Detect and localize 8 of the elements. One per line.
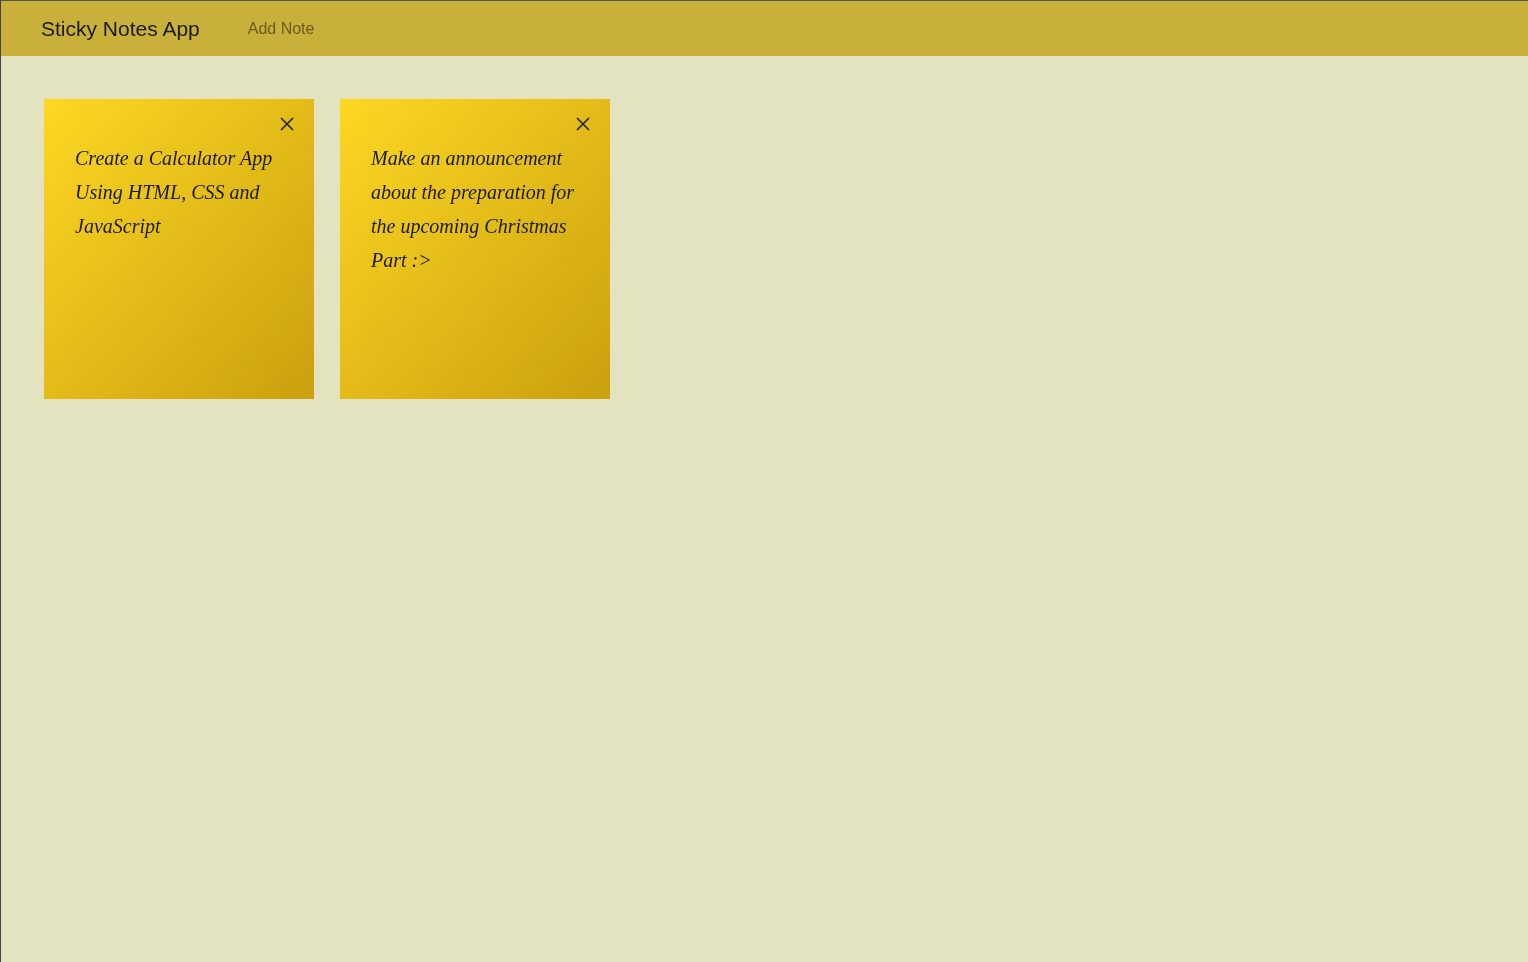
app-title: Sticky Notes App bbox=[41, 15, 200, 42]
add-note-link[interactable]: Add Note bbox=[247, 16, 315, 41]
close-icon bbox=[576, 117, 590, 131]
close-button[interactable] bbox=[574, 115, 592, 133]
close-button[interactable] bbox=[278, 115, 296, 133]
note-text: Create a Calculator App Using HTML, CSS and JavaScript bbox=[75, 146, 274, 240]
note-text: Make an announcement about the preparation for the upcoming Christmas Part :> bbox=[371, 146, 576, 273]
close-icon bbox=[280, 117, 294, 131]
